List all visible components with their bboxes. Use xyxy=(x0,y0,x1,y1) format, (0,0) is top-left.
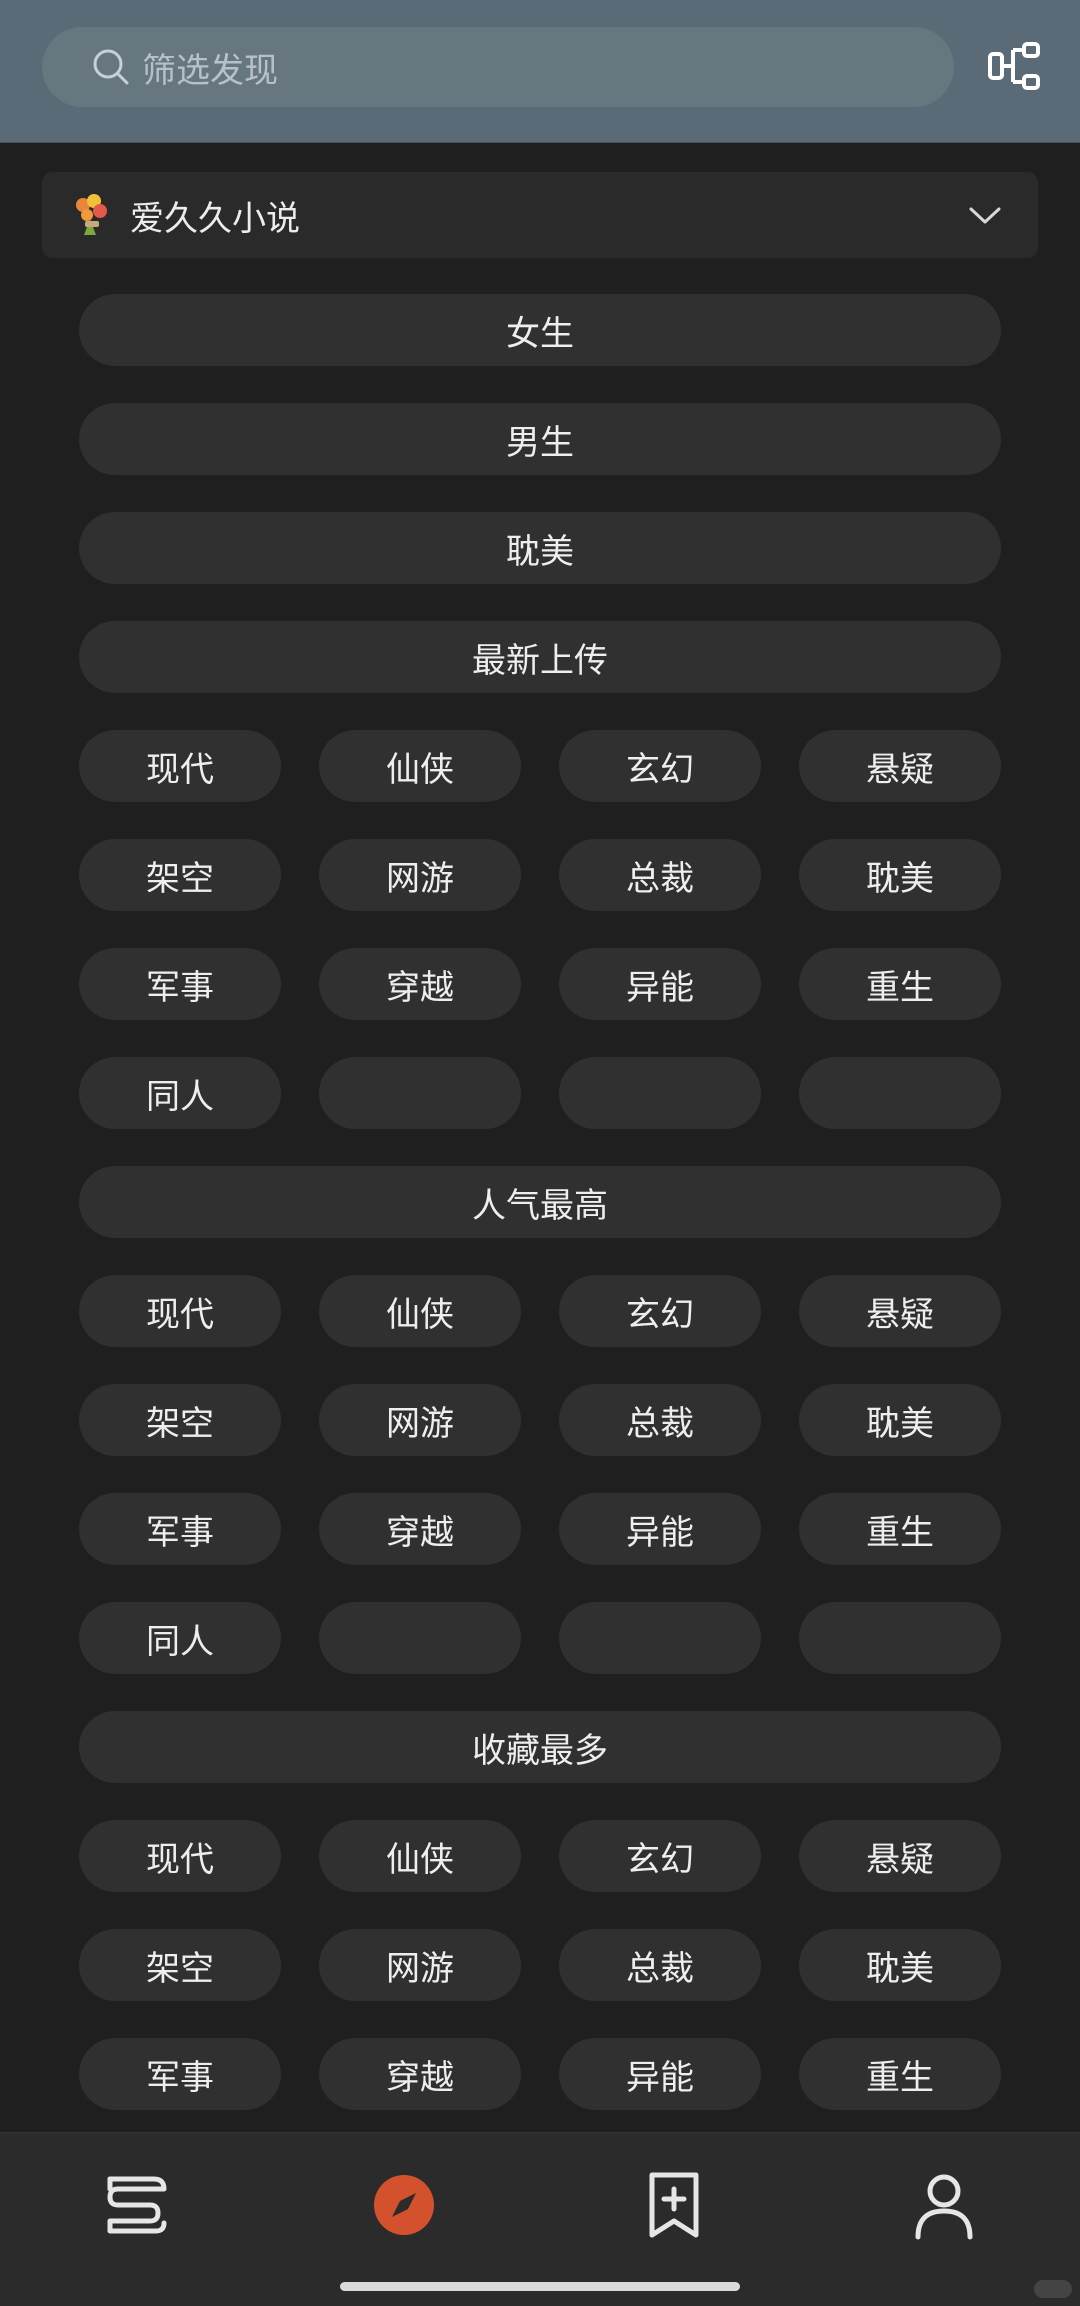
tag-chip[interactable]: 军事 xyxy=(79,1493,281,1565)
user-icon xyxy=(915,2174,973,2240)
node-tree-icon xyxy=(988,42,1040,90)
tag-chip[interactable]: 总裁 xyxy=(559,1929,761,2001)
tag-chip[interactable]: 悬疑 xyxy=(799,730,1001,802)
chevron-down-icon xyxy=(968,200,1002,230)
empty-tag-chip xyxy=(319,1602,521,1674)
tag-chip[interactable]: 架空 xyxy=(79,1929,281,2001)
bookmark-add-icon xyxy=(649,2172,699,2238)
tag-chip[interactable]: 重生 xyxy=(799,1493,1001,1565)
tag-chip[interactable]: 架空 xyxy=(79,1384,281,1456)
tag-chip[interactable]: 重生 xyxy=(799,948,1001,1020)
tag-chip[interactable]: 现代 xyxy=(79,1275,281,1347)
tag-chip[interactable]: 架空 xyxy=(79,839,281,911)
tag-chip[interactable]: 异能 xyxy=(559,1493,761,1565)
nav-rss[interactable] xyxy=(634,2165,714,2245)
explore-list: 爱久久小说 女生 男生 耽美 最新上传 现代 仙侠 玄幻 悬疑 架空 网游 总裁 耽美 军事 穿越 异能 重生… xyxy=(0,142,1080,2132)
nav-bookshelf[interactable] xyxy=(94,2165,174,2245)
tag-chip[interactable]: 总裁 xyxy=(559,1384,761,1456)
tag-chip[interactable]: 仙侠 xyxy=(319,1820,521,1892)
empty-tag-chip xyxy=(559,1057,761,1129)
nav-explore[interactable] xyxy=(364,2165,444,2245)
tag-chip[interactable]: 同人 xyxy=(79,1057,281,1129)
category-button[interactable]: 女生 xyxy=(79,294,1001,366)
section-header-button[interactable]: 收藏最多 xyxy=(79,1711,1001,1783)
tag-chip[interactable]: 耽美 xyxy=(799,1929,1001,2001)
source-selector[interactable]: 爱久久小说 xyxy=(42,172,1038,258)
tag-chip[interactable]: 玄幻 xyxy=(559,1275,761,1347)
tag-chip[interactable]: 穿越 xyxy=(319,948,521,1020)
empty-tag-chip xyxy=(559,1602,761,1674)
bottom-nav xyxy=(0,2132,1080,2306)
category-button[interactable]: 男生 xyxy=(79,403,1001,475)
search-input[interactable]: 筛选发现 xyxy=(42,27,954,107)
tag-chip[interactable]: 军事 xyxy=(79,948,281,1020)
tag-chip[interactable]: 耽美 xyxy=(799,1384,1001,1456)
search-icon xyxy=(92,48,130,86)
tag-chip[interactable]: 仙侠 xyxy=(319,730,521,802)
tag-chip[interactable]: 穿越 xyxy=(319,1493,521,1565)
tag-chip[interactable]: 异能 xyxy=(559,2038,761,2110)
section-header-button[interactable]: 人气最高 xyxy=(79,1166,1001,1238)
empty-tag-chip xyxy=(799,1602,1001,1674)
empty-tag-chip xyxy=(799,1057,1001,1129)
tag-chip[interactable]: 网游 xyxy=(319,1929,521,2001)
tag-chip[interactable]: 穿越 xyxy=(319,2038,521,2110)
tag-chip[interactable]: 悬疑 xyxy=(799,1820,1001,1892)
bouquet-icon xyxy=(70,193,114,237)
nav-profile[interactable] xyxy=(904,2165,984,2245)
tag-chip[interactable]: 军事 xyxy=(79,2038,281,2110)
bookshelf-icon xyxy=(107,2176,167,2234)
tag-chip[interactable]: 悬疑 xyxy=(799,1275,1001,1347)
tag-chip[interactable]: 异能 xyxy=(559,948,761,1020)
tag-chip[interactable]: 同人 xyxy=(79,1602,281,1674)
category-button[interactable]: 耽美 xyxy=(79,512,1001,584)
tag-chip[interactable]: 仙侠 xyxy=(319,1275,521,1347)
top-bar: 筛选发现 xyxy=(0,0,1080,143)
tag-chip[interactable]: 网游 xyxy=(319,1384,521,1456)
tag-chip[interactable]: 现代 xyxy=(79,730,281,802)
section-header-button[interactable]: 最新上传 xyxy=(79,621,1001,693)
tag-chip[interactable]: 玄幻 xyxy=(559,730,761,802)
watermark-badge xyxy=(1034,2280,1072,2298)
rule-graph-button[interactable] xyxy=(986,38,1046,98)
tag-chip[interactable]: 玄幻 xyxy=(559,1820,761,1892)
tag-chip[interactable]: 现代 xyxy=(79,1820,281,1892)
tag-chip[interactable]: 总裁 xyxy=(559,839,761,911)
compass-icon xyxy=(374,2175,434,2235)
tag-chip[interactable]: 耽美 xyxy=(799,839,1001,911)
tag-chip[interactable]: 网游 xyxy=(319,839,521,911)
search-placeholder: 筛选发现 xyxy=(142,50,278,91)
tag-chip[interactable]: 重生 xyxy=(799,2038,1001,2110)
source-name: 爱久久小说 xyxy=(130,198,300,239)
empty-tag-chip xyxy=(319,1057,521,1129)
home-indicator[interactable] xyxy=(340,2282,740,2291)
